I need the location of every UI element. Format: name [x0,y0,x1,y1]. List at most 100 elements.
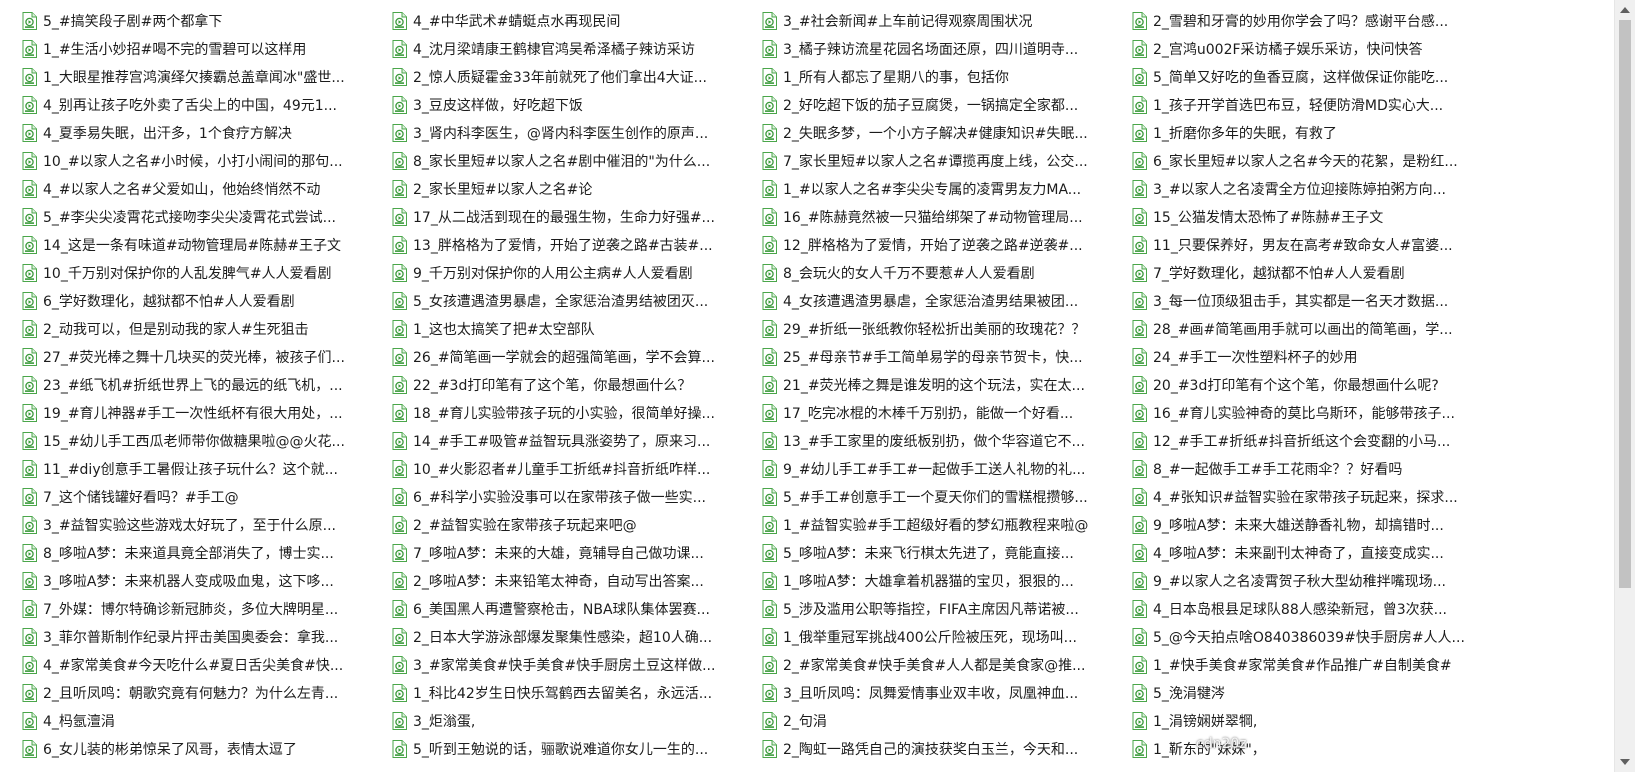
file-item[interactable]: 7_哆啦A梦：未来的大雄，竟辅导自己做功课... [392,539,754,567]
file-item[interactable]: 15_公猫发情太恐怖了#陈赫#王子文 [1132,203,1494,231]
file-item[interactable]: 17_从二战活到现在的最强生物，生命力好强#... [392,203,754,231]
file-item[interactable]: 10_千万别对保护你的人乱发脾气#人人爱看剧 [22,259,384,287]
file-item[interactable]: 4_哆啦A梦：未来副刊太神奇了，直接变成实... [1132,539,1494,567]
file-item[interactable]: 6_美国黑人再遭警察枪击，NBA球队集体罢赛... [392,595,754,623]
file-item[interactable]: 15_#幼儿手工西瓜老师带你做糖果啦@@火花... [22,427,384,455]
file-item[interactable]: 3_菲尔普斯制作纪录片抨击美国奥委会：拿我... [22,623,384,651]
file-item[interactable]: 25_#母亲节#手工简单易学的母亲节贺卡，快... [762,343,1124,371]
file-item[interactable]: 10_#以家人之名#小时候，小打小闹间的那句... [22,147,384,175]
file-item[interactable]: 1_科比42岁生日快乐驾鹤西去留美名，永远活... [392,679,754,707]
file-item[interactable]: 1_靳东的"妹妹"， [1132,735,1494,763]
file-item[interactable]: 1_孩子开学首选巴布豆，轻便防滑MD实心大... [1132,91,1494,119]
file-item[interactable]: 4_女孩遭遇渣男暴虐，全家惩治渣男结果被团... [762,287,1124,315]
file-item[interactable]: 2_句涓 [762,707,1124,735]
file-item[interactable]: 1_涓镑娴姘翠犅, [1132,707,1494,735]
file-item[interactable]: 2_#家常美食#快手美食#人人都是美食家@推... [762,651,1124,679]
file-item[interactable]: 4_#中华武术#蜻蜓点水再现民间 [392,7,754,35]
file-item[interactable]: 3_哆啦A梦：未来机器人变成吸血鬼，这下哆... [22,567,384,595]
file-item[interactable]: 6_学好数理化，越狱都不怕#人人爱看剧 [22,287,384,315]
file-item[interactable]: 1_#以家人之名#李尖尖专属的凌霄男友力MA... [762,175,1124,203]
file-item[interactable]: 1_哆啦A梦：大雄拿着机器猫的宝贝，狠狠的... [762,567,1124,595]
file-item[interactable]: 12_#手工#折纸#抖音折纸这个会变翻的小马... [1132,427,1494,455]
file-item[interactable]: 23_#纸飞机#折纸世界上飞的最远的纸飞机，... [22,371,384,399]
file-item[interactable]: 7_家长里短#以家人之名#谭揽再度上线，公交... [762,147,1124,175]
file-item[interactable]: 2_好吃超下饭的茄子豆腐煲，一锅搞定全家都... [762,91,1124,119]
file-item[interactable]: 5_听到王勉说的话，骊歌说难道你女儿一生的... [392,735,754,763]
file-item[interactable]: 12_胖格格为了爱情，开始了逆袭之路#逆袭#... [762,231,1124,259]
file-item[interactable]: 9_哆啦A梦：未来大雄送静香礼物，却搞错时... [1132,511,1494,539]
file-item[interactable]: 8_哆啦A梦：未来道具竟全部消失了，博士实... [22,539,384,567]
file-item[interactable]: 5_浼涓犍涔 [1132,679,1494,707]
file-item[interactable]: 9_千万别对保护你的人用公主病#人人爱看剧 [392,259,754,287]
file-item[interactable]: 13_#手工家里的废纸板别扔，做个华容道它不... [762,427,1124,455]
file-item[interactable]: 7_外媒：博尔特确诊新冠肺炎，多位大牌明星... [22,595,384,623]
file-item[interactable]: 2_雪碧和牙膏的妙用你学会了吗？感谢平台感... [1132,7,1494,35]
file-item[interactable]: 2_日本大学游泳部爆发聚集性感染，超10人确... [392,623,754,651]
file-item[interactable]: 3_橘子辣访流星花园名场面还原，四川道明寺... [762,35,1124,63]
file-item[interactable]: 26_#简笔画一学就会的超强简笔画，学不会算... [392,343,754,371]
file-item[interactable]: 24_#手工一次性塑料杯子的妙用 [1132,343,1494,371]
file-item[interactable]: 2_#益智实验在家带孩子玩起来吧@ [392,511,754,539]
file-item[interactable]: 2_且听凤鸣：朝歌究竟有何魅力？为什么左青... [22,679,384,707]
vertical-scrollbar[interactable] [1614,0,1635,772]
file-item[interactable]: 14_#手工#吸管#益智玩具涨姿势了，原来习... [392,427,754,455]
file-item[interactable]: 5_女孩遭遇渣男暴虐，全家惩治渣男结被团灭... [392,287,754,315]
file-item[interactable]: 6_#科学小实验没事可以在家带孩子做一些实... [392,483,754,511]
file-item[interactable]: 8_会玩火的女人千万不要惹#人人爱看剧 [762,259,1124,287]
file-item[interactable]: 4_夏季易失眠，出汗多，1个食疗方解决 [22,119,384,147]
file-item[interactable]: 1_#快手美食#家常美食#作品推广#自制美食# [1132,651,1494,679]
file-item[interactable]: 17_吃完冰棍的木棒千万别扔，能做一个好看... [762,399,1124,427]
file-item[interactable]: 2_失眠多梦，一个小方子解决#健康知识#失眠... [762,119,1124,147]
file-item[interactable]: 2_家长里短#以家人之名#论 [392,175,754,203]
file-item[interactable]: 5_简单又好吃的鱼香豆腐，这样做保证你能吃... [1132,63,1494,91]
file-item[interactable]: 7_学好数理化，越狱都不怕#人人爱看剧 [1132,259,1494,287]
file-item[interactable]: 19_#育儿神器#手工一次性纸杯有很大用处，... [22,399,384,427]
file-item[interactable]: 4_别再让孩子吃外卖了舌尖上的中国，49元1... [22,91,384,119]
file-item[interactable]: 7_这个储钱罐好看吗？#手工@ [22,483,384,511]
file-item[interactable]: 13_胖格格为了爱情，开始了逆袭之路#古装#... [392,231,754,259]
file-item[interactable]: 29_#折纸一张纸教你轻松折出美丽的玫瑰花？？ [762,315,1124,343]
file-item[interactable]: 21_#荧光棒之舞是谁发明的这个玩法，实在太... [762,371,1124,399]
file-item[interactable]: 3_#社会新闻#上车前记得观察周围状况 [762,7,1124,35]
file-item[interactable]: 28_#画#简笔画用手就可以画出的简笔画，学... [1132,315,1494,343]
file-item[interactable]: 20_#3d打印笔有个这个笔，你最想画什么呢? [1132,371,1494,399]
file-item[interactable]: 4_沈月梁靖康王鹤棣官鸿吴希泽橘子辣访采访 [392,35,754,63]
file-item[interactable]: 11_#diy创意手工暑假让孩子玩什么？这个就... [22,455,384,483]
file-item[interactable]: 3_且听凤鸣：凤舞爱情事业双丰收，凤凰神血... [762,679,1124,707]
file-item[interactable]: 5_#手工#创意手工一个夏天你们的雪糕棍攒够... [762,483,1124,511]
file-item[interactable]: 5_@今天拍点啥O840386039#快手厨房#人人... [1132,623,1494,651]
file-item[interactable]: 4_#张知识#益智实验在家带孩子玩起来，探求... [1132,483,1494,511]
file-item[interactable]: 18_#育儿实验带孩子玩的小实验，很简单好操... [392,399,754,427]
file-item[interactable]: 14_这是一条有味道#动物管理局#陈赫#王子文 [22,231,384,259]
file-item[interactable]: 3_#以家人之名凌霄全方位迎接陈婷拍粥方向... [1132,175,1494,203]
file-item[interactable]: 27_#荧光棒之舞十几块买的荧光棒，被孩子们... [22,343,384,371]
file-item[interactable]: 1_所有人都忘了星期八的事，包括你 [762,63,1124,91]
file-item[interactable]: 3_豆皮这样做，好吃超下饭 [392,91,754,119]
file-item[interactable]: 3_#益智实验这些游戏太好玩了，至于什么原... [22,511,384,539]
file-item[interactable]: 5_#李尖尖凌霄花式接吻李尖尖凌霄花式尝试... [22,203,384,231]
scrollbar-thumb[interactable] [1619,20,1631,588]
file-item[interactable]: 9_#以家人之名凌霄贺子秋大型幼稚拌嘴现场... [1132,567,1494,595]
file-item[interactable]: 1_这也太搞笑了把#太空部队 [392,315,754,343]
file-item[interactable]: 3_炬滃蛋, [392,707,754,735]
file-item[interactable]: 10_#火影忍者#儿童手工折纸#抖音折纸咋样... [392,455,754,483]
file-item[interactable]: 2_宫鸿u002F采访橘子娱乐采访，快问快答 [1132,35,1494,63]
file-item[interactable]: 2_动我可以，但是别动我的家人#生死狙击 [22,315,384,343]
file-item[interactable]: 4_#家常美食#今天吃什么#夏日舌尖美食#快... [22,651,384,679]
file-item[interactable]: 8_#一起做手工#手工花雨伞？？好看吗 [1132,455,1494,483]
file-item[interactable]: 6_女儿装的彬弟惊呆了风哥，表情太逗了 [22,735,384,763]
file-item[interactable]: 2_哆啦A梦：未来铅笔太神奇，自动写出答案... [392,567,754,595]
file-item[interactable]: 16_#陈赫竟然被一只猫给绑架了#动物管理局... [762,203,1124,231]
file-item[interactable]: 6_家长里短#以家人之名#今天的花絮，是粉红... [1132,147,1494,175]
file-item[interactable]: 1_俄举重冠军挑战400公斤险被压死，现场叫... [762,623,1124,651]
file-item[interactable]: 1_折磨你多年的失眠，有救了 [1132,119,1494,147]
scroll-down-arrow-icon[interactable] [1620,759,1630,765]
file-item[interactable]: 16_#育儿实验神奇的莫比乌斯环，能够带孩子... [1132,399,1494,427]
file-item[interactable]: 1_大眼星推荐宫鸿演绎欠揍霸总盖章闻冰"盛世... [22,63,384,91]
file-item[interactable]: 5_哆啦A梦：未来飞行棋太先进了，竟能直接... [762,539,1124,567]
file-item[interactable]: 3_肾内科李医生，@肾内科李医生创作的原声... [392,119,754,147]
file-item[interactable]: 22_#3d打印笔有了这个笔，你最想画什么？ [392,371,754,399]
scroll-up-arrow-icon[interactable] [1620,7,1630,13]
file-item[interactable]: 4_杩氬澶涓 [22,707,384,735]
file-item[interactable]: 3_每一位顶级狙击手，其实都是一名天才数据... [1132,287,1494,315]
